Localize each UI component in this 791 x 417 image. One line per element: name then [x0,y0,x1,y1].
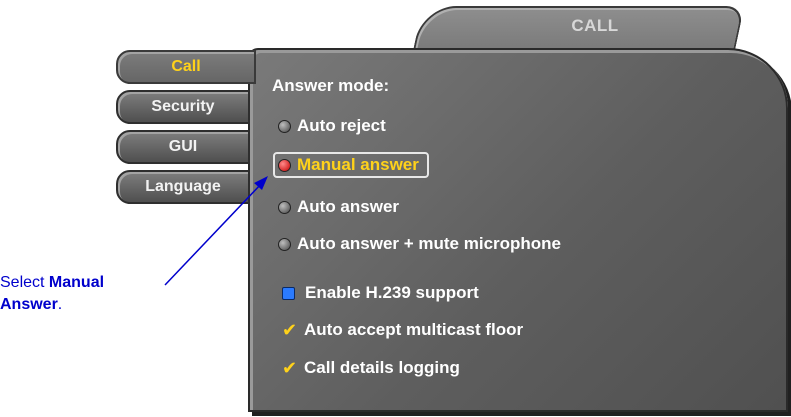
annotation-arrow [164,176,268,286]
arrowhead-icon [254,176,268,190]
annotation-line [164,182,263,286]
